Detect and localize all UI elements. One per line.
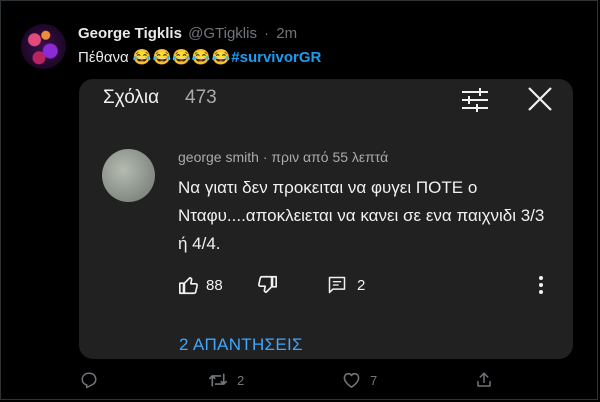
- thumbs-down-icon: [257, 275, 277, 294]
- share-icon: [477, 372, 491, 387]
- embedded-comments-card[interactable]: Σχόλια 473 george smith · πριν από 55 λε…: [79, 79, 573, 359]
- commenter-avatar[interactable]: [102, 149, 155, 202]
- tweet-text-body: Πέθανα: [78, 49, 129, 66]
- author-handle[interactable]: @GTigklis: [188, 25, 257, 42]
- reply-comment-button[interactable]: 2: [327, 272, 365, 298]
- tweet-reply-button[interactable]: [80, 368, 98, 392]
- separator-dot: ·: [262, 149, 268, 165]
- retweet-icon: [209, 373, 227, 387]
- comments-title: Σχόλια: [103, 87, 160, 108]
- more-vertical-icon: [539, 276, 543, 294]
- separator-dot: ·: [264, 25, 270, 42]
- tweet-time[interactable]: 2m: [276, 25, 297, 42]
- hashtag-link[interactable]: #survivorGR: [231, 49, 321, 66]
- comment-text: Να γιατι δεν προκειται να φυγει ΠΟΤΕ ο Ν…: [178, 178, 545, 253]
- dislike-button[interactable]: [256, 272, 278, 298]
- tweet-retweet-button[interactable]: 2: [208, 368, 244, 392]
- reply-count: 2: [357, 276, 366, 294]
- comment-icon: [328, 276, 346, 294]
- retweet-count: 2: [237, 372, 245, 388]
- thumbs-up-icon: [179, 276, 199, 295]
- tweet-container: George Tigklis @GTigklis · 2m Πέθανα 😂😂😂…: [0, 0, 598, 400]
- heart-icon: [343, 372, 360, 388]
- tweet-share-button[interactable]: [475, 368, 493, 392]
- tweet-like-button[interactable]: 7: [342, 368, 377, 392]
- author-avatar[interactable]: [21, 24, 66, 69]
- laughing-emoji-icon: 😂😂😂😂😂: [132, 49, 232, 66]
- reply-icon: [81, 372, 97, 389]
- like-count: 88: [206, 276, 223, 294]
- view-replies-link[interactable]: 2 ΑΠΑΝΤΗΣΕΙΣ: [179, 335, 303, 355]
- author-name[interactable]: George Tigklis: [78, 25, 182, 42]
- more-options-button[interactable]: [538, 272, 544, 298]
- tweet-header: George Tigklis @GTigklis · 2m: [78, 25, 297, 42]
- filter-sliders-icon[interactable]: [460, 87, 490, 113]
- like-count: 7: [370, 372, 378, 388]
- comments-count: 473: [185, 87, 217, 108]
- comment-time: πριν από 55 λεπτά: [271, 149, 389, 165]
- tweet-text: Πέθανα 😂😂😂😂😂#survivorGR: [78, 48, 321, 66]
- like-button[interactable]: 88: [178, 272, 223, 298]
- close-icon[interactable]: [527, 86, 553, 112]
- commenter-name[interactable]: george smith: [178, 149, 259, 165]
- comment-meta: george smith · πριν από 55 λεπτά: [178, 149, 388, 165]
